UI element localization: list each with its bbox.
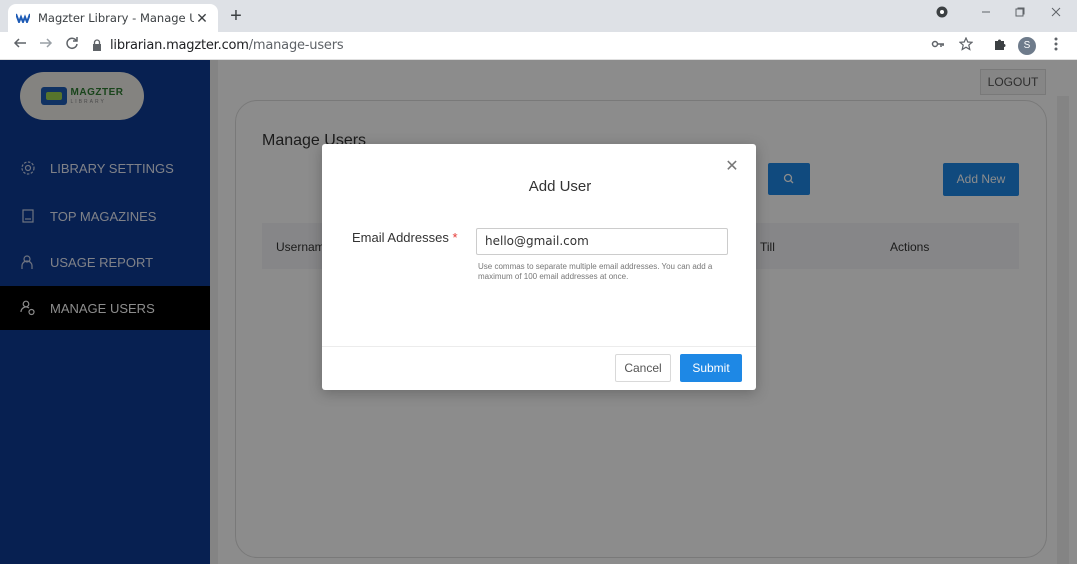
key-icon[interactable] bbox=[928, 36, 948, 56]
magzter-favicon-icon bbox=[16, 13, 30, 23]
new-tab-button[interactable]: + bbox=[224, 4, 248, 28]
lock-icon[interactable] bbox=[92, 39, 102, 51]
minimize-icon[interactable] bbox=[976, 6, 996, 20]
browser-tab[interactable]: Magzter Library - Manage Users ✕ bbox=[8, 4, 218, 32]
menu-kebab-icon[interactable] bbox=[1046, 36, 1066, 56]
extensions-icon[interactable] bbox=[990, 36, 1010, 56]
restore-icon[interactable] bbox=[1010, 6, 1030, 20]
browser-tab-strip: Magzter Library - Manage Users ✕ + bbox=[0, 0, 1077, 32]
window-close-icon[interactable] bbox=[1046, 6, 1066, 20]
submit-button[interactable]: Submit bbox=[680, 354, 742, 382]
star-icon[interactable] bbox=[956, 36, 976, 56]
address-bar[interactable]: librarian.magzter.com/manage-users bbox=[110, 38, 344, 53]
email-addresses-label: Email Addresses * bbox=[352, 230, 458, 245]
chrome-account-icon[interactable] bbox=[932, 6, 952, 21]
forward-icon[interactable] bbox=[36, 36, 56, 56]
browser-toolbar: librarian.magzter.com/manage-users S bbox=[0, 32, 1077, 60]
required-asterisk: * bbox=[452, 230, 458, 245]
cancel-button[interactable]: Cancel bbox=[615, 354, 671, 382]
modal-title: Add User bbox=[528, 178, 592, 195]
tab-close-icon[interactable]: ✕ bbox=[194, 10, 210, 27]
url-domain: librarian.magzter.com bbox=[110, 38, 249, 53]
modal-close-icon[interactable]: ✕ bbox=[724, 156, 740, 176]
profile-avatar[interactable]: S bbox=[1018, 37, 1036, 55]
email-help-text: Use commas to separate multiple email ad… bbox=[478, 262, 713, 281]
modal-footer-divider bbox=[322, 346, 756, 347]
email-label-text: Email Addresses bbox=[352, 230, 449, 245]
tab-title: Magzter Library - Manage Users bbox=[38, 11, 194, 25]
back-icon[interactable] bbox=[10, 36, 30, 56]
reload-icon[interactable] bbox=[62, 36, 82, 56]
add-user-modal: ✕ Add User Email Addresses * hello@gmail… bbox=[322, 144, 756, 390]
url-path: /manage-users bbox=[248, 38, 344, 53]
email-addresses-input[interactable]: hello@gmail.com bbox=[476, 228, 728, 255]
